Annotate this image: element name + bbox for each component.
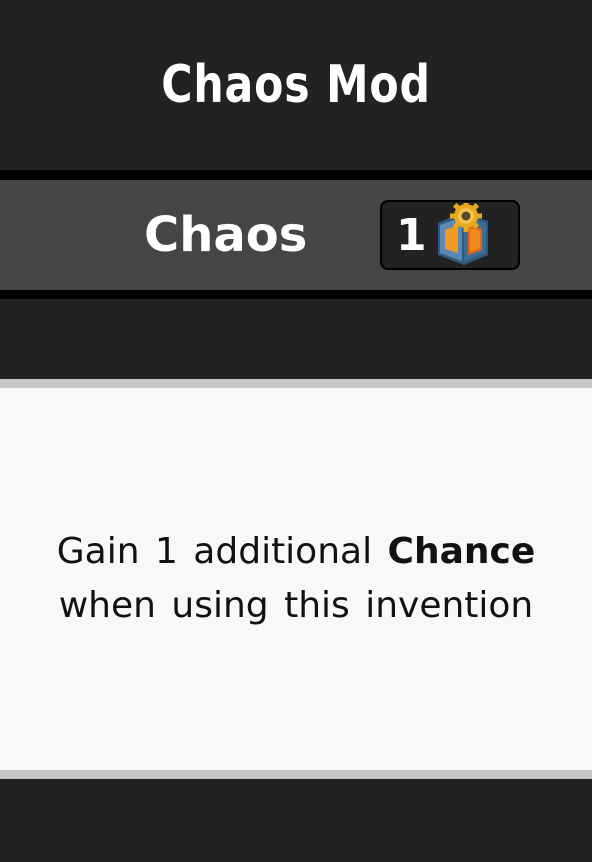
band-divider-top bbox=[0, 170, 592, 180]
cost-amount: 1 bbox=[396, 209, 427, 261]
panel-border-bottom bbox=[0, 770, 592, 779]
card-title: Chaos Mod bbox=[161, 55, 431, 115]
panel-border-top bbox=[0, 379, 592, 388]
description-highlight: Chance bbox=[387, 531, 536, 572]
invention-crate-gear-icon bbox=[438, 203, 488, 265]
description-after: when using this invention bbox=[58, 585, 534, 626]
mod-name-label: Chaos bbox=[144, 207, 308, 263]
description-before: Gain 1 additional bbox=[56, 531, 388, 572]
mod-name-band: Chaos 1 bbox=[0, 180, 592, 290]
description-text: Gain 1 additional Chance when using this… bbox=[56, 525, 536, 633]
band-divider-bottom bbox=[0, 290, 592, 299]
cost-badge: 1 bbox=[380, 200, 520, 270]
description-panel: Gain 1 additional Chance when using this… bbox=[0, 388, 592, 770]
